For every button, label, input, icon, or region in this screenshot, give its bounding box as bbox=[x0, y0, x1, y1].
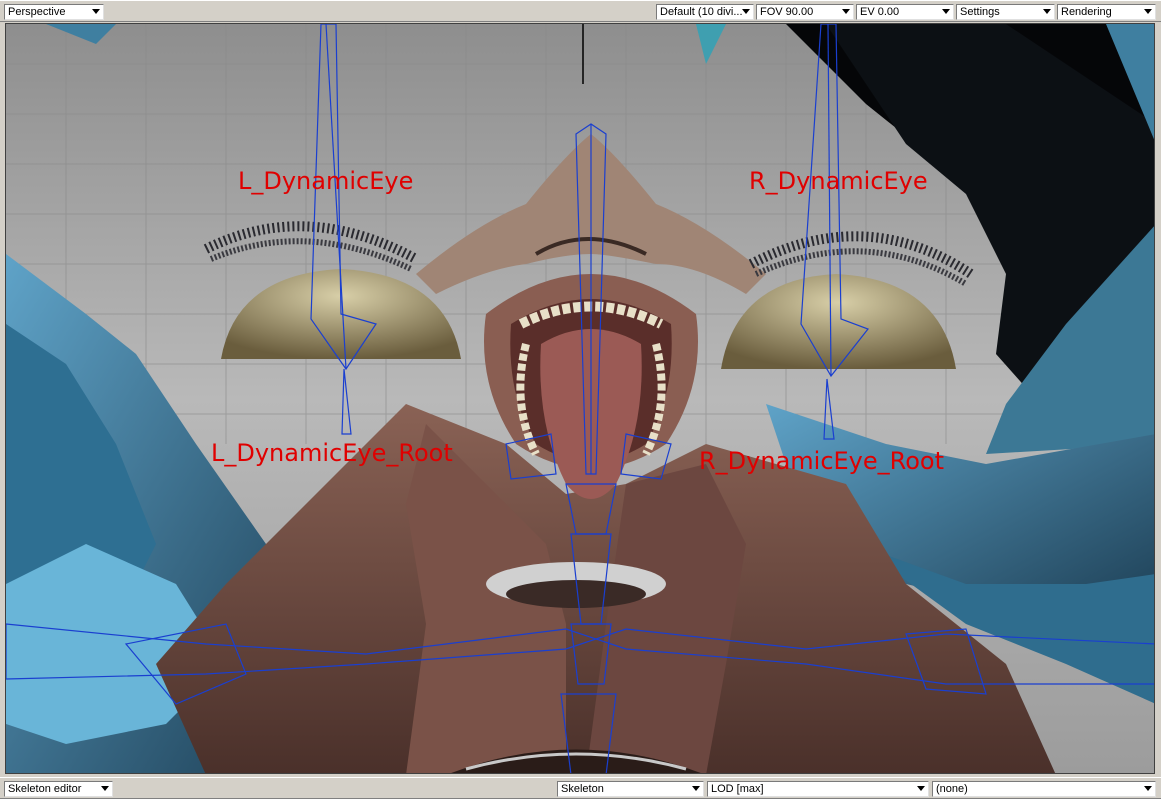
selection-dropdown[interactable]: (none) bbox=[932, 781, 1156, 797]
chevron-down-icon bbox=[1144, 786, 1152, 791]
chevron-down-icon bbox=[1144, 9, 1152, 14]
view-mode-dropdown[interactable]: Perspective bbox=[4, 4, 104, 20]
lod-value: LOD [max] bbox=[711, 783, 764, 795]
viewport-toolbar: Perspective Default (10 divi... FOV 90.0… bbox=[0, 0, 1161, 22]
editor-mode-dropdown[interactable]: Skeleton editor bbox=[4, 781, 113, 797]
fov-dropdown[interactable]: FOV 90.00 bbox=[756, 4, 854, 20]
display-mode-value: Skeleton bbox=[561, 783, 604, 795]
chevron-down-icon bbox=[92, 9, 100, 14]
chevron-down-icon bbox=[692, 786, 700, 791]
chevron-down-icon bbox=[942, 9, 950, 14]
rendering-label: Rendering bbox=[1061, 6, 1112, 18]
chevron-down-icon bbox=[742, 9, 750, 14]
label-l-dynamiceye: L_DynamicEye bbox=[238, 167, 413, 195]
label-l-dynamiceye-root: L_DynamicEye_Root bbox=[211, 439, 453, 467]
rendering-dropdown[interactable]: Rendering bbox=[1057, 4, 1156, 20]
label-r-dynamiceye-root: R_DynamicEye_Root bbox=[699, 447, 944, 475]
3d-viewport[interactable]: L_DynamicEye R_DynamicEye L_DynamicEye_R… bbox=[5, 23, 1155, 774]
display-mode-dropdown[interactable]: Skeleton bbox=[557, 781, 704, 797]
chevron-down-icon bbox=[1043, 9, 1051, 14]
settings-label: Settings bbox=[960, 6, 1000, 18]
view-mode-value: Perspective bbox=[8, 6, 66, 18]
selection-value: (none) bbox=[936, 783, 968, 795]
editor-statusbar: Skeleton editor Skeleton LOD [max] (none… bbox=[0, 777, 1161, 799]
grid-preset-value: Default (10 divi... bbox=[660, 6, 743, 18]
chevron-down-icon bbox=[842, 9, 850, 14]
ev-value: EV 0.00 bbox=[860, 6, 900, 18]
settings-dropdown[interactable]: Settings bbox=[956, 4, 1055, 20]
lod-dropdown[interactable]: LOD [max] bbox=[707, 781, 929, 797]
grid-preset-dropdown[interactable]: Default (10 divi... bbox=[656, 4, 754, 20]
chevron-down-icon bbox=[101, 786, 109, 791]
viewport-scene: L_DynamicEye R_DynamicEye L_DynamicEye_R… bbox=[6, 24, 1154, 773]
label-r-dynamiceye: R_DynamicEye bbox=[749, 167, 928, 195]
editor-mode-value: Skeleton editor bbox=[8, 783, 82, 795]
ev-dropdown[interactable]: EV 0.00 bbox=[856, 4, 954, 20]
fov-value: FOV 90.00 bbox=[760, 6, 814, 18]
chevron-down-icon bbox=[917, 786, 925, 791]
